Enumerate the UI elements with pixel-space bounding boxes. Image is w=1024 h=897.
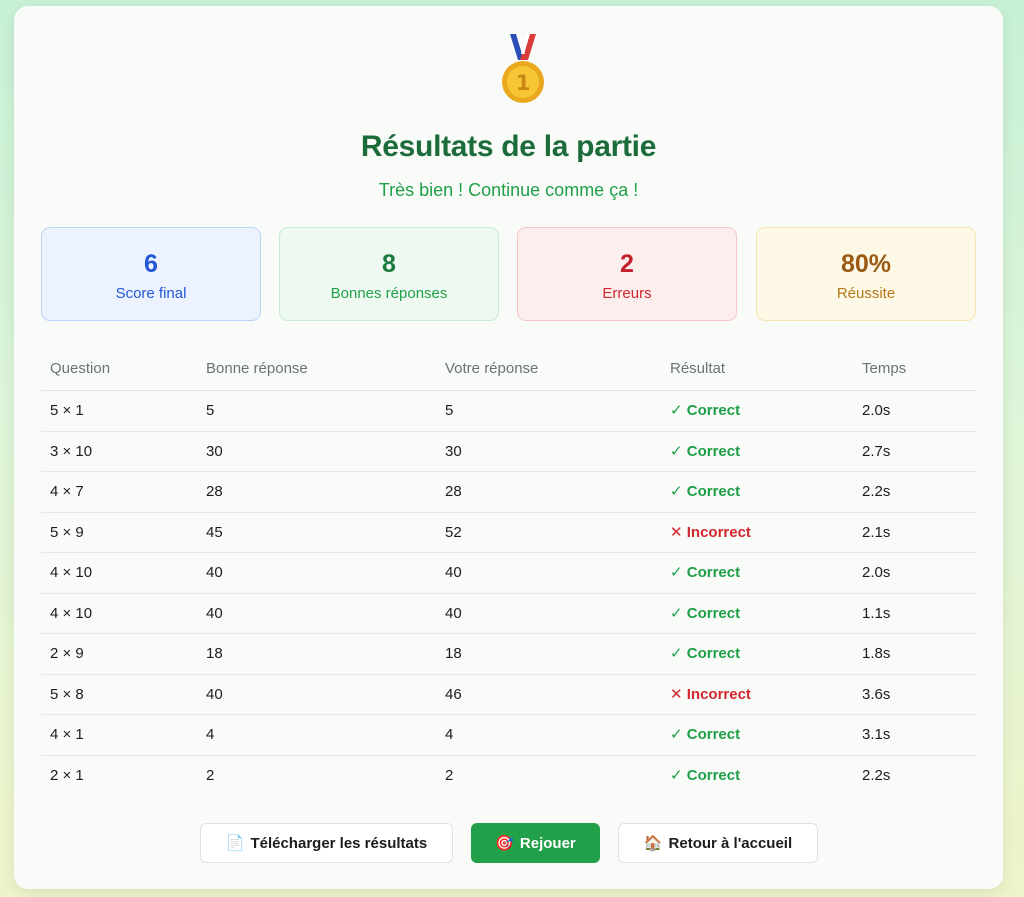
table-row: 4 × 10 40 40 ✓ Correct 2.0s	[41, 553, 976, 594]
table-row: 2 × 9 18 18 ✓ Correct 1.8s	[41, 634, 976, 675]
table-row: 5 × 9 45 52 ✕ Incorrect 2.1s	[41, 513, 976, 553]
table-row: 4 × 1 4 4 ✓ Correct 3.1s	[41, 715, 976, 756]
cell-correct-answer: 5	[206, 402, 215, 419]
page-title: Résultats de la partie	[360, 130, 657, 163]
cell-time: 2.7s	[862, 442, 891, 460]
cell-time: 2.0s	[862, 564, 891, 581]
results-table: Question Bonne réponse Votre réponse Rés…	[41, 350, 976, 796]
cell-user-answer: 28	[445, 483, 462, 500]
cell-question: 4 × 1	[50, 726, 84, 743]
cell-user-answer: 4	[445, 726, 454, 743]
target-icon: 🎯	[495, 835, 514, 852]
stat-reussite: 80% Réussite	[756, 227, 976, 321]
cell-user-answer: 5	[445, 402, 454, 419]
cell-correct-answer: 40	[206, 685, 223, 703]
cell-result: ✓ Correct	[670, 564, 741, 581]
column-header-answer: Votre réponse	[445, 360, 539, 377]
cell-question: 4 × 10	[50, 604, 93, 622]
cell-question: 2 × 9	[50, 645, 84, 662]
cell-time: 2.2s	[862, 766, 891, 784]
cell-result: ✓ Correct	[670, 442, 741, 460]
cell-correct-answer: 45	[206, 523, 223, 541]
cell-result: ✓ Correct	[670, 604, 741, 622]
cell-result: ✓ Correct	[670, 766, 741, 784]
cell-time: 3.1s	[862, 726, 891, 743]
download-results-button[interactable]: 📄 Télécharger les résultats	[200, 823, 453, 863]
svg-text:1: 1	[516, 71, 531, 95]
cell-correct-answer: 30	[206, 442, 223, 460]
cell-result: ✓ Correct	[670, 483, 741, 500]
column-header-question: Question	[50, 360, 111, 377]
column-header-result: Résultat	[670, 360, 726, 377]
replay-button[interactable]: 🎯 Rejouer	[471, 823, 600, 863]
cell-question: 5 × 1	[50, 402, 84, 419]
cell-time: 2.0s	[862, 402, 891, 419]
cell-result: ✓ Correct	[670, 645, 741, 662]
cell-time: 1.8s	[862, 645, 891, 662]
cell-time: 2.2s	[862, 483, 891, 500]
cell-result: ✓ Correct	[670, 402, 741, 419]
stat-label: Score final	[115, 285, 187, 302]
cell-time: 1.1s	[862, 604, 891, 622]
table-row: 3 × 10 30 30 ✓ Correct 2.7s	[41, 432, 976, 472]
table-row: 2 × 1 2 2 ✓ Correct 2.2s	[41, 756, 976, 797]
cell-correct-answer: 40	[206, 604, 223, 622]
cell-user-answer: 46	[445, 685, 462, 703]
page-subtitle: Très bien ! Continue comme ça !	[378, 180, 639, 200]
column-header-correct: Bonne réponse	[206, 360, 308, 377]
document-icon: 📄	[225, 835, 245, 852]
stat-score-final: 6 Score final	[41, 227, 261, 321]
cell-correct-answer: 2	[206, 766, 215, 784]
stat-value: 2	[620, 250, 634, 278]
home-button[interactable]: 🏠 Retour à l'accueil	[618, 823, 818, 863]
cell-correct-answer: 4	[206, 726, 215, 743]
cell-question: 5 × 8	[50, 685, 84, 703]
table-row: 4 × 10 40 40 ✓ Correct 1.1s	[41, 594, 976, 634]
table-row: 5 × 8 40 46 ✕ Incorrect 3.6s	[41, 675, 976, 715]
cell-question: 4 × 10	[50, 564, 93, 581]
cell-correct-answer: 18	[206, 645, 223, 662]
stat-erreurs: 2 Erreurs	[517, 227, 737, 321]
cell-user-answer: 52	[445, 523, 462, 541]
cell-user-answer: 18	[445, 645, 462, 662]
cell-user-answer: 40	[445, 604, 462, 622]
stat-value: 80%	[840, 250, 892, 278]
cell-user-answer: 30	[445, 442, 462, 460]
gold-medal-1-icon: 1	[502, 34, 544, 103]
cell-correct-answer: 40	[206, 564, 223, 581]
cell-question: 4 × 7	[50, 483, 84, 500]
home-label: Retour à l'accueil	[668, 834, 793, 852]
cell-question: 5 × 9	[50, 523, 84, 541]
stat-bonnes-reponses: 8 Bonnes réponses	[279, 227, 499, 321]
cell-user-answer: 40	[445, 564, 462, 581]
table-header: Question Bonne réponse Votre réponse Rés…	[41, 350, 976, 391]
cell-result: ✕ Incorrect	[670, 523, 751, 541]
cell-correct-answer: 28	[206, 483, 223, 500]
download-results-label: Télécharger les résultats	[250, 834, 428, 852]
stat-value: 6	[144, 250, 158, 278]
cell-user-answer: 2	[445, 766, 454, 784]
house-icon: 🏠	[643, 835, 663, 852]
cell-question: 2 × 1	[50, 766, 84, 784]
cell-time: 3.6s	[862, 685, 891, 703]
table-body: 5 × 1 5 5 ✓ Correct 2.0s 3 × 10 30 30 ✓ Correct 2…	[41, 391, 976, 796]
stat-label: Bonnes réponses	[330, 285, 448, 302]
cell-time: 2.1s	[862, 523, 891, 541]
cell-question: 3 × 10	[50, 442, 93, 460]
table-row: 4 × 7 28 28 ✓ Correct 2.2s	[41, 472, 976, 513]
cell-result: ✓ Correct	[670, 726, 741, 743]
cell-result: ✕ Incorrect	[670, 685, 751, 703]
stat-label: Erreurs	[602, 285, 652, 302]
stat-value: 8	[382, 250, 396, 278]
replay-label: Rejouer	[519, 834, 576, 852]
column-header-time: Temps	[862, 360, 907, 377]
table-row: 5 × 1 5 5 ✓ Correct 2.0s	[41, 391, 976, 432]
stat-label: Réussite	[836, 285, 896, 302]
